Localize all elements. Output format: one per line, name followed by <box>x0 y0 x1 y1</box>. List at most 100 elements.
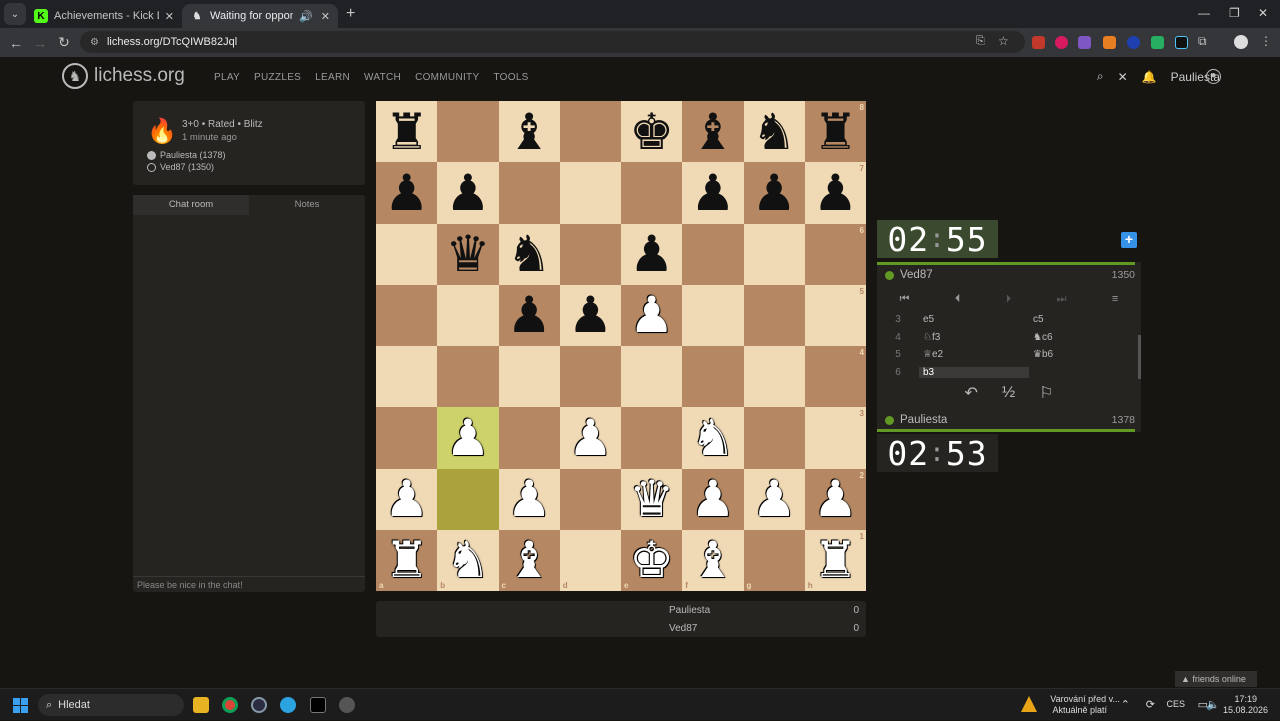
square-b7[interactable]: ♟ <box>437 162 499 224</box>
square-e2[interactable]: ♛ <box>621 468 683 530</box>
square-c8[interactable]: ♝ <box>498 101 560 163</box>
square-c2[interactable]: ♟ <box>498 468 560 530</box>
black-king-icon[interactable]: ♚ <box>629 107 674 157</box>
white-move[interactable]: e5 <box>919 314 1029 325</box>
square-d5[interactable]: ♟ <box>559 284 621 346</box>
square-e1[interactable]: ♚ e <box>621 529 683 591</box>
forward-icon[interactable]: → <box>28 35 52 51</box>
bookmark-star-icon[interactable]: ☆ <box>998 34 1009 48</box>
black-pawn-icon[interactable]: ♟ <box>629 229 674 279</box>
square-f1[interactable]: ♝ f <box>682 529 744 591</box>
profile-avatar-icon[interactable] <box>1234 35 1248 49</box>
square-g5[interactable] <box>743 284 805 346</box>
white-pawn-icon[interactable]: ♟ <box>384 474 429 524</box>
site-info-icon[interactable]: ⚙ <box>90 37 99 48</box>
white-rook-icon[interactable]: ♜ <box>384 535 429 585</box>
square-g7[interactable]: ♟ <box>743 162 805 224</box>
square-g8[interactable]: ♞ <box>743 101 805 163</box>
clock-date[interactable]: 15.08.2026 <box>1223 705 1268 715</box>
white-bishop-icon[interactable]: ♝ <box>690 535 735 585</box>
square-h2[interactable]: ♟ 2 <box>804 468 866 530</box>
square-a6[interactable] <box>376 223 438 285</box>
square-f6[interactable] <box>682 223 744 285</box>
prev-move-icon[interactable]: ⏴ <box>955 293 961 306</box>
square-a8[interactable]: ♜ <box>376 101 438 163</box>
new-tab-button[interactable]: + <box>346 5 355 23</box>
reload-icon[interactable]: ↻ <box>52 34 76 51</box>
player-name[interactable]: Pauliesta <box>900 414 1112 426</box>
nav-puzzles[interactable]: PUZZLES <box>254 72 301 83</box>
sync-icon[interactable]: ⟳ <box>1146 698 1155 711</box>
square-d2[interactable] <box>559 468 621 530</box>
extension-icon[interactable] <box>1103 36 1116 49</box>
add-time-button[interactable]: + <box>1121 232 1137 248</box>
white-pawn-icon[interactable]: ♟ <box>690 474 735 524</box>
extension-icon[interactable] <box>1032 36 1045 49</box>
extension-icon[interactable] <box>1175 36 1188 49</box>
extensions-puzzle-icon[interactable]: ⧉ <box>1198 34 1207 49</box>
chrome-icon[interactable] <box>222 697 238 713</box>
current-move[interactable]: b3 <box>919 366 1029 378</box>
search-icon[interactable]: ⌕ <box>1097 69 1104 84</box>
clock-time[interactable]: 17:19 <box>1234 694 1257 704</box>
nav-tools[interactable]: TOOLS <box>493 72 528 83</box>
close-window-icon[interactable]: ✕ <box>1258 6 1268 20</box>
close-tab-icon[interactable]: ✕ <box>321 10 330 23</box>
close-tab-icon[interactable]: ✕ <box>165 10 174 23</box>
white-pawn-icon[interactable]: ♟ <box>568 413 613 463</box>
tab-achievements[interactable]: K Achievements - Kick Dashboard ✕ <box>26 4 182 28</box>
square-h1[interactable]: ♜ 1 h <box>804 529 866 591</box>
square-c4[interactable] <box>498 346 560 408</box>
extension-icon[interactable] <box>1055 36 1068 49</box>
last-move-icon[interactable]: ⏭ <box>1057 293 1067 306</box>
weather-notice[interactable]: Varování před v... <box>1050 694 1120 704</box>
square-b2[interactable] <box>437 468 499 530</box>
extension-icon[interactable] <box>1078 36 1091 49</box>
friends-online-button[interactable]: ▲ friends online <box>1175 671 1257 687</box>
telegram-icon[interactable] <box>280 697 296 713</box>
square-c1[interactable]: ♝ c <box>498 529 560 591</box>
white-pawn-icon[interactable]: ♟ <box>445 413 490 463</box>
offer-draw-button[interactable]: ½ <box>1002 384 1015 402</box>
square-c6[interactable]: ♞ <box>498 223 560 285</box>
nav-play[interactable]: PLAY <box>214 72 240 83</box>
speaker-icon[interactable]: 🔊 <box>299 10 313 23</box>
tab-lichess[interactable]: ♞ Waiting for opponent - Play 🔊 ✕ <box>182 4 338 28</box>
obs-icon[interactable] <box>251 697 267 713</box>
square-a4[interactable] <box>376 346 438 408</box>
black-move[interactable]: c5 <box>1029 314 1139 325</box>
move-list-scrollbar[interactable] <box>1138 335 1141 379</box>
extension-icon[interactable] <box>1127 36 1140 49</box>
square-d4[interactable] <box>559 346 621 408</box>
square-e3[interactable] <box>621 407 683 469</box>
square-f7[interactable]: ♟ <box>682 162 744 224</box>
takeback-icon[interactable]: ↶ <box>964 383 977 403</box>
black-knight-icon[interactable]: ♞ <box>752 107 797 157</box>
chess-board[interactable]: ♜ ♝ ♚ ♝ ♞ ♜ 8 ♟ ♟ ♟ ♟ ♟ 7 ♛ ♞ ♟ 6 ♟ ♟ ♟ 5 4 ♟ ♟ ♞ 3 ♟ ♟ ♛ ♟ ♟ ♟ 2 ♜ a ♞ b ♝ c d… <box>376 101 866 591</box>
black-pawn-icon[interactable]: ♟ <box>690 168 735 218</box>
square-b8[interactable] <box>437 101 499 163</box>
square-b1[interactable]: ♞ b <box>437 529 499 591</box>
settings-app-icon[interactable] <box>339 697 355 713</box>
black-player-link[interactable]: Ved87 (1350) <box>160 162 214 172</box>
square-d1[interactable]: d <box>559 529 621 591</box>
square-d8[interactable] <box>559 101 621 163</box>
warning-icon[interactable] <box>1021 696 1037 712</box>
black-bishop-icon[interactable]: ♝ <box>507 107 552 157</box>
square-g2[interactable]: ♟ <box>743 468 805 530</box>
black-pawn-icon[interactable]: ♟ <box>445 168 490 218</box>
tab-chat-room[interactable]: Chat room <box>133 195 249 215</box>
x-social-icon[interactable]: ✕ <box>1118 70 1128 84</box>
square-f8[interactable]: ♝ <box>682 101 744 163</box>
chat-input[interactable]: Please be nice in the chat! <box>133 576 365 592</box>
taskbar-search[interactable]: ⌕ Hledat <box>38 694 184 716</box>
black-queen-icon[interactable]: ♛ <box>445 229 490 279</box>
browser-menu-icon[interactable]: ⋮ <box>1260 34 1272 48</box>
black-pawn-icon[interactable]: ♟ <box>813 168 858 218</box>
black-move[interactable]: ♞c6 <box>1029 332 1139 343</box>
square-h4[interactable]: 4 <box>804 346 866 408</box>
nav-watch[interactable]: WATCH <box>364 72 401 83</box>
square-b4[interactable] <box>437 346 499 408</box>
white-rook-icon[interactable]: ♜ <box>813 535 858 585</box>
square-c3[interactable] <box>498 407 560 469</box>
